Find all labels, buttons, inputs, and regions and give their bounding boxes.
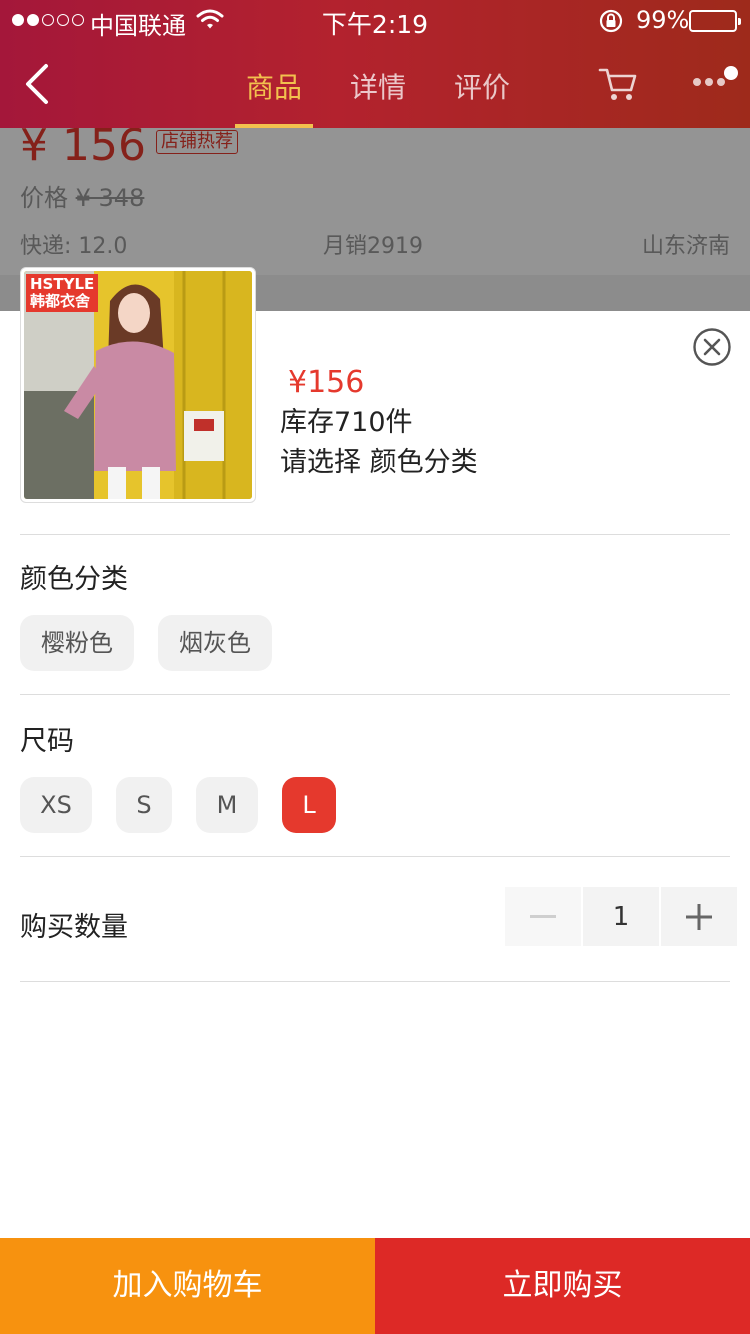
stock-count: 库存710件 [280,407,413,438]
close-icon[interactable] [692,327,732,371]
size-option-xs[interactable]: XS [20,777,92,833]
tab-details[interactable]: 详情 [326,64,430,128]
quantity-decrease-button[interactable] [505,887,581,946]
product-tabs: 商品 详情 评价 [222,64,534,128]
buy-now-button[interactable]: 立即购买 [375,1238,750,1334]
divider [20,694,730,695]
quantity-label: 购买数量 [20,912,128,943]
size-option-l[interactable]: L [282,777,336,833]
action-bar: 加入购物车 立即购买 [0,1238,750,1334]
battery-icon [689,10,741,32]
color-option-pink[interactable]: 樱粉色 [20,615,134,671]
size-options: XS S M L [20,777,336,833]
brand-logo: HSTYLE 韩都衣舍 [26,274,99,312]
sku-info: ¥156 库存710件 请选择 颜色分类 [280,363,478,483]
tab-reviews[interactable]: 评价 [430,64,534,128]
divider [20,856,730,857]
cart-icon[interactable] [598,66,638,108]
add-to-cart-button[interactable]: 加入购物车 [0,1238,375,1334]
sku-price: ¥156 [288,365,365,400]
color-option-gray[interactable]: 烟灰色 [158,615,272,671]
tab-product[interactable]: 商品 [222,64,326,128]
quantity-value[interactable]: 1 [583,887,659,946]
rotation-lock-icon [598,8,624,40]
divider [20,981,730,982]
sku-selector-sheet: HSTYLE 韩都衣舍 ¥156 库存710件 请选择 颜色分类 颜色分类 樱粉… [0,267,750,1238]
product-thumbnail: HSTYLE 韩都衣舍 [20,267,256,503]
status-bar: 中国联通 下午2:19 99% [0,0,750,40]
divider [20,534,730,535]
product-image: HSTYLE 韩都衣舍 [24,271,252,499]
top-header: 中国联通 下午2:19 99% 商品 详情 评价 [0,0,750,128]
back-arrow-icon[interactable] [22,62,52,110]
size-option-s[interactable]: S [116,777,172,833]
quantity-stepper: 1 [505,887,737,946]
color-section-title: 颜色分类 [20,564,128,595]
size-section-title: 尺码 [20,726,74,757]
color-options: 樱粉色 烟灰色 [20,615,272,671]
more-icon[interactable] [690,64,740,104]
battery-percent: 99% [636,6,690,34]
size-option-m[interactable]: M [196,777,258,833]
selection-hint: 请选择 颜色分类 [280,447,478,478]
quantity-increase-button[interactable] [661,887,737,946]
